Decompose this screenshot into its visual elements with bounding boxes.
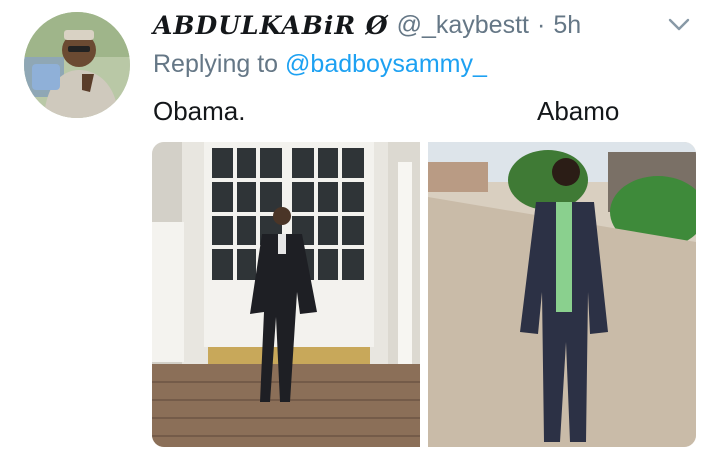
more-options-button[interactable] <box>664 10 694 40</box>
media-photo-left[interactable] <box>152 142 420 447</box>
media-photo-right[interactable] <box>428 142 696 447</box>
separator-dot: · <box>536 10 546 39</box>
user-handle[interactable]: @_kaybestt <box>397 11 529 40</box>
tweet-text-left: Obama. <box>153 96 246 126</box>
photo-street-man <box>428 142 696 447</box>
photo-white-house-colonnade <box>152 142 420 447</box>
tweet-header: ABDULKABiR Ø @_kaybestt · 5h <box>153 8 581 42</box>
avatar[interactable] <box>24 12 130 118</box>
replying-to: Replying to @badboysammy_ <box>153 50 487 79</box>
display-name[interactable]: ABDULKABiR Ø <box>153 11 389 40</box>
avatar-image <box>24 12 130 118</box>
reply-mention-link[interactable]: @badboysammy_ <box>285 50 487 78</box>
replying-to-label: Replying to <box>153 50 286 78</box>
chevron-down-icon <box>668 18 690 31</box>
tweet-text-right: Abamo <box>537 96 620 126</box>
timestamp[interactable]: 5h <box>553 11 581 40</box>
